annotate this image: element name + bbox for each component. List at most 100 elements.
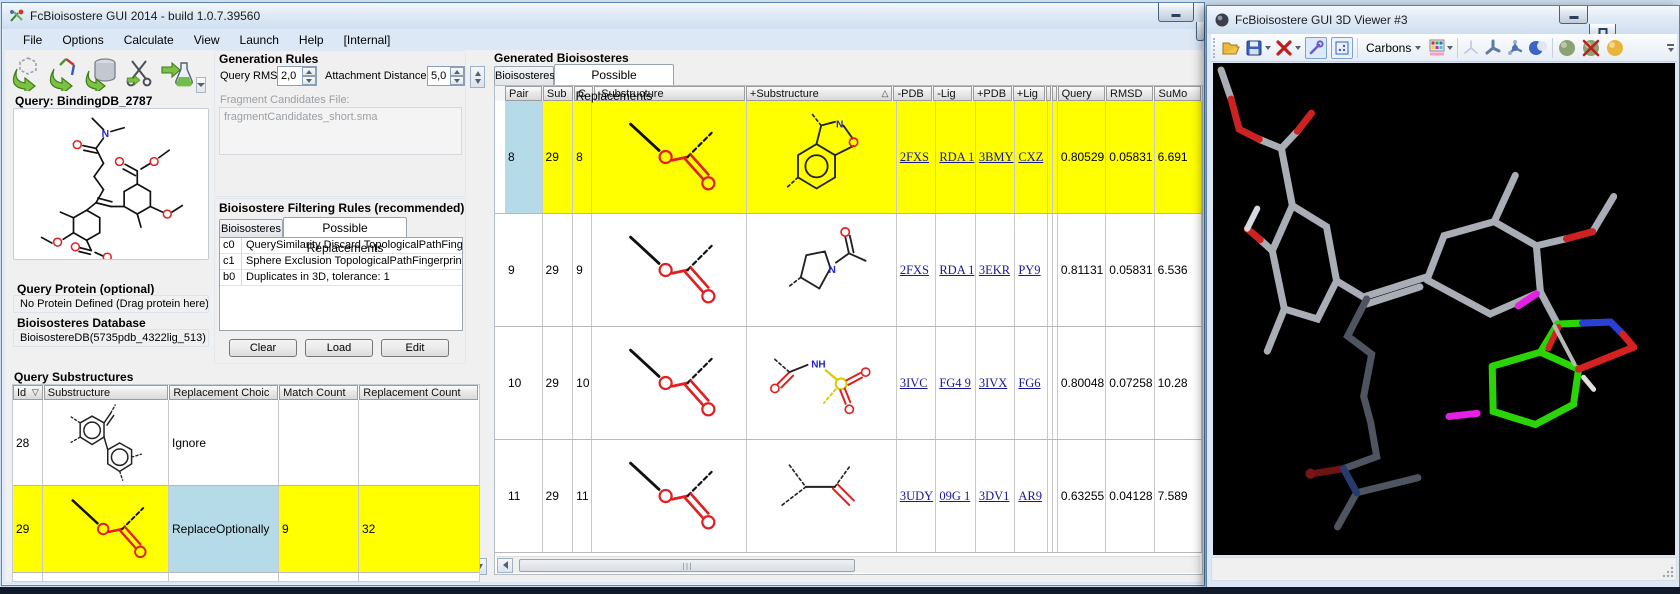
minus-substructure-cell[interactable] <box>592 214 747 326</box>
plus-substructure-cell[interactable]: N <box>746 101 897 213</box>
plus-lig-cell[interactable]: PY9 <box>1015 214 1048 326</box>
generated-row-11[interactable]: 11 29 11 3UDY 09G 1 3DV1 AR9 0.63255 0.0… <box>495 440 1202 553</box>
col-id[interactable]: Id ▽ <box>13 385 43 400</box>
tab-filter-bioisosteres[interactable]: Bioisosteres <box>219 219 283 237</box>
stick-style-button[interactable] <box>1484 39 1502 57</box>
sumo-cell[interactable]: 10.28 <box>1155 327 1202 439</box>
dist-up-icon[interactable] <box>450 67 464 76</box>
spacefill-style-button[interactable] <box>1528 39 1548 57</box>
generated-hscrollbar[interactable] <box>497 556 1200 573</box>
replacement-cell[interactable]: 32 <box>359 486 479 572</box>
menu-calculate[interactable]: Calculate <box>115 31 183 49</box>
pdb-link[interactable]: 3IVX <box>979 376 1007 391</box>
plus-pdb-cell[interactable]: 3IVX <box>976 327 1016 439</box>
plus-pdb-cell[interactable]: 3DV1 <box>976 440 1016 552</box>
minus-pdb-cell[interactable]: 3UDY <box>897 440 937 552</box>
cut-fragments-button[interactable] <box>122 55 156 91</box>
lig-link[interactable]: FG4 9 <box>939 376 971 391</box>
pdb-link[interactable]: 3IVC <box>900 376 928 391</box>
col-minus-pdb[interactable]: -PDB <box>893 86 933 101</box>
col-plus-pdb[interactable]: +PDB <box>973 86 1012 101</box>
id-cell[interactable]: 28 <box>13 400 43 485</box>
minus-lig-cell[interactable]: RDA 1 <box>936 101 976 213</box>
pair-cell[interactable]: 9 <box>505 214 543 326</box>
replacement-cell[interactable] <box>359 400 479 485</box>
menu-launch[interactable]: Launch <box>231 31 288 49</box>
generated-row-8[interactable]: 8 29 8 N 2FXS RDA 1 3BMY CXZ 0.80529 0.0… <box>495 101 1202 214</box>
col-replacement-count[interactable]: Replacement Count <box>359 385 478 400</box>
match-cell[interactable]: 9 <box>279 486 359 572</box>
minus-substructure-cell[interactable] <box>592 327 747 439</box>
attachment-distance-spinner[interactable]: 5,0 <box>427 66 465 86</box>
col-minus-lig[interactable]: -Lig <box>933 86 972 101</box>
minus-pdb-cell[interactable]: 3IVC <box>897 327 937 439</box>
col-replacement-choice[interactable]: Replacement Choic <box>169 385 279 400</box>
pdb-link[interactable]: 3UDY <box>900 489 933 504</box>
col-narrow-2[interactable] <box>1051 86 1057 101</box>
import-database-button[interactable] <box>85 55 119 91</box>
label-atoms-button[interactable] <box>1331 36 1353 59</box>
pdb-link[interactable]: 2FXS <box>900 150 929 165</box>
rmsd-cell[interactable]: 0.04128 <box>1106 440 1155 552</box>
match-cell[interactable] <box>279 400 359 485</box>
choice-cell[interactable]: Ignore <box>169 400 279 485</box>
resize-grip-icon[interactable] <box>1662 566 1674 578</box>
query-cell[interactable]: 0.80048 <box>1058 327 1107 439</box>
col-pair[interactable]: Pair <box>505 86 542 101</box>
substructure-image-cell[interactable] <box>43 486 169 572</box>
col-plus-lig[interactable]: +Lig <box>1012 86 1045 101</box>
measure-tool-button[interactable] <box>1305 36 1327 59</box>
query-protein-value-box[interactable]: No Protein Defined (Drag protein here) <box>13 295 209 313</box>
wireframe-style-button[interactable] <box>1462 39 1480 57</box>
filter-rule-item[interactable]: b0 Duplicates in 3D, tolerance: 1 <box>220 270 462 286</box>
menu-help[interactable]: Help <box>290 31 333 49</box>
minus-substructure-cell[interactable] <box>592 440 747 552</box>
lig-link[interactable]: CXZ <box>1018 150 1043 165</box>
import-ligand-button[interactable] <box>48 55 82 91</box>
viewer-toolbar-overflow[interactable] <box>1667 43 1675 52</box>
toolbar-overflow-button[interactable] <box>196 77 206 93</box>
scroll-left-button[interactable] <box>497 557 513 573</box>
minus-pdb-cell[interactable]: 2FXS <box>897 214 937 326</box>
carbons-dropdown[interactable]: Carbons <box>1362 39 1425 57</box>
rmsd-up-icon[interactable] <box>302 67 316 76</box>
query-cell[interactable]: 0.81131 <box>1058 214 1107 326</box>
tab-generated-bioisosteres[interactable]: Bioisosteres <box>494 66 555 85</box>
col-query[interactable]: Query <box>1057 86 1106 101</box>
minimize-button[interactable] <box>1158 3 1194 22</box>
rmsd-cell[interactable]: 0.05831 <box>1106 101 1155 213</box>
lig-link[interactable]: RDA 1 <box>939 263 974 278</box>
substructure-image-cell[interactable] <box>43 400 169 485</box>
substructure-row-29[interactable]: 29 ReplaceOptionally 9 32 <box>13 486 479 573</box>
run-generation-button[interactable] <box>159 55 193 91</box>
panel-scroll-spinner[interactable] <box>470 66 485 88</box>
plus-lig-cell[interactable]: FG6 <box>1015 327 1048 439</box>
viewer-minimize-button[interactable] <box>1559 6 1588 24</box>
substructure-row-28[interactable]: 28 Ignore <box>13 400 479 486</box>
show-hydrogens-button[interactable] <box>1557 38 1577 58</box>
plus-substructure-cell[interactable]: N <box>747 214 897 326</box>
minus-lig-cell[interactable]: FG4 9 <box>936 327 976 439</box>
plus-pdb-cell[interactable]: 3EKR <box>976 214 1016 326</box>
sub-cell[interactable]: 29 <box>542 101 574 213</box>
col-narrow-1[interactable] <box>1045 86 1051 101</box>
rmsd-cell[interactable]: 0.07258 <box>1106 327 1155 439</box>
sumo-cell[interactable]: 7.589 <box>1155 440 1202 552</box>
plus-lig-cell[interactable]: CXZ <box>1015 101 1048 213</box>
tab-filter-possible-replacements[interactable]: Possible Replacements <box>283 217 407 255</box>
lig-link[interactable]: FG6 <box>1018 376 1040 391</box>
menu-internal[interactable]: [Internal] <box>335 31 400 49</box>
highlight-sphere-button[interactable] <box>1605 38 1625 58</box>
pdb-link[interactable]: 3BMY <box>979 150 1014 165</box>
c-cell[interactable]: 8 <box>573 101 592 213</box>
lig-link[interactable]: AR9 <box>1018 489 1042 504</box>
id-cell[interactable]: 29 <box>13 486 43 572</box>
choice-cell[interactable]: ReplaceOptionally <box>169 486 279 572</box>
rmsd-down-icon[interactable] <box>302 76 316 85</box>
scroll-thumb[interactable] <box>519 558 855 572</box>
sub-cell[interactable]: 29 <box>543 440 574 552</box>
menu-view[interactable]: View <box>185 31 229 49</box>
open-file-button[interactable] <box>1221 39 1241 57</box>
delete-button[interactable] <box>1275 39 1301 57</box>
menu-options[interactable]: Options <box>53 31 112 49</box>
